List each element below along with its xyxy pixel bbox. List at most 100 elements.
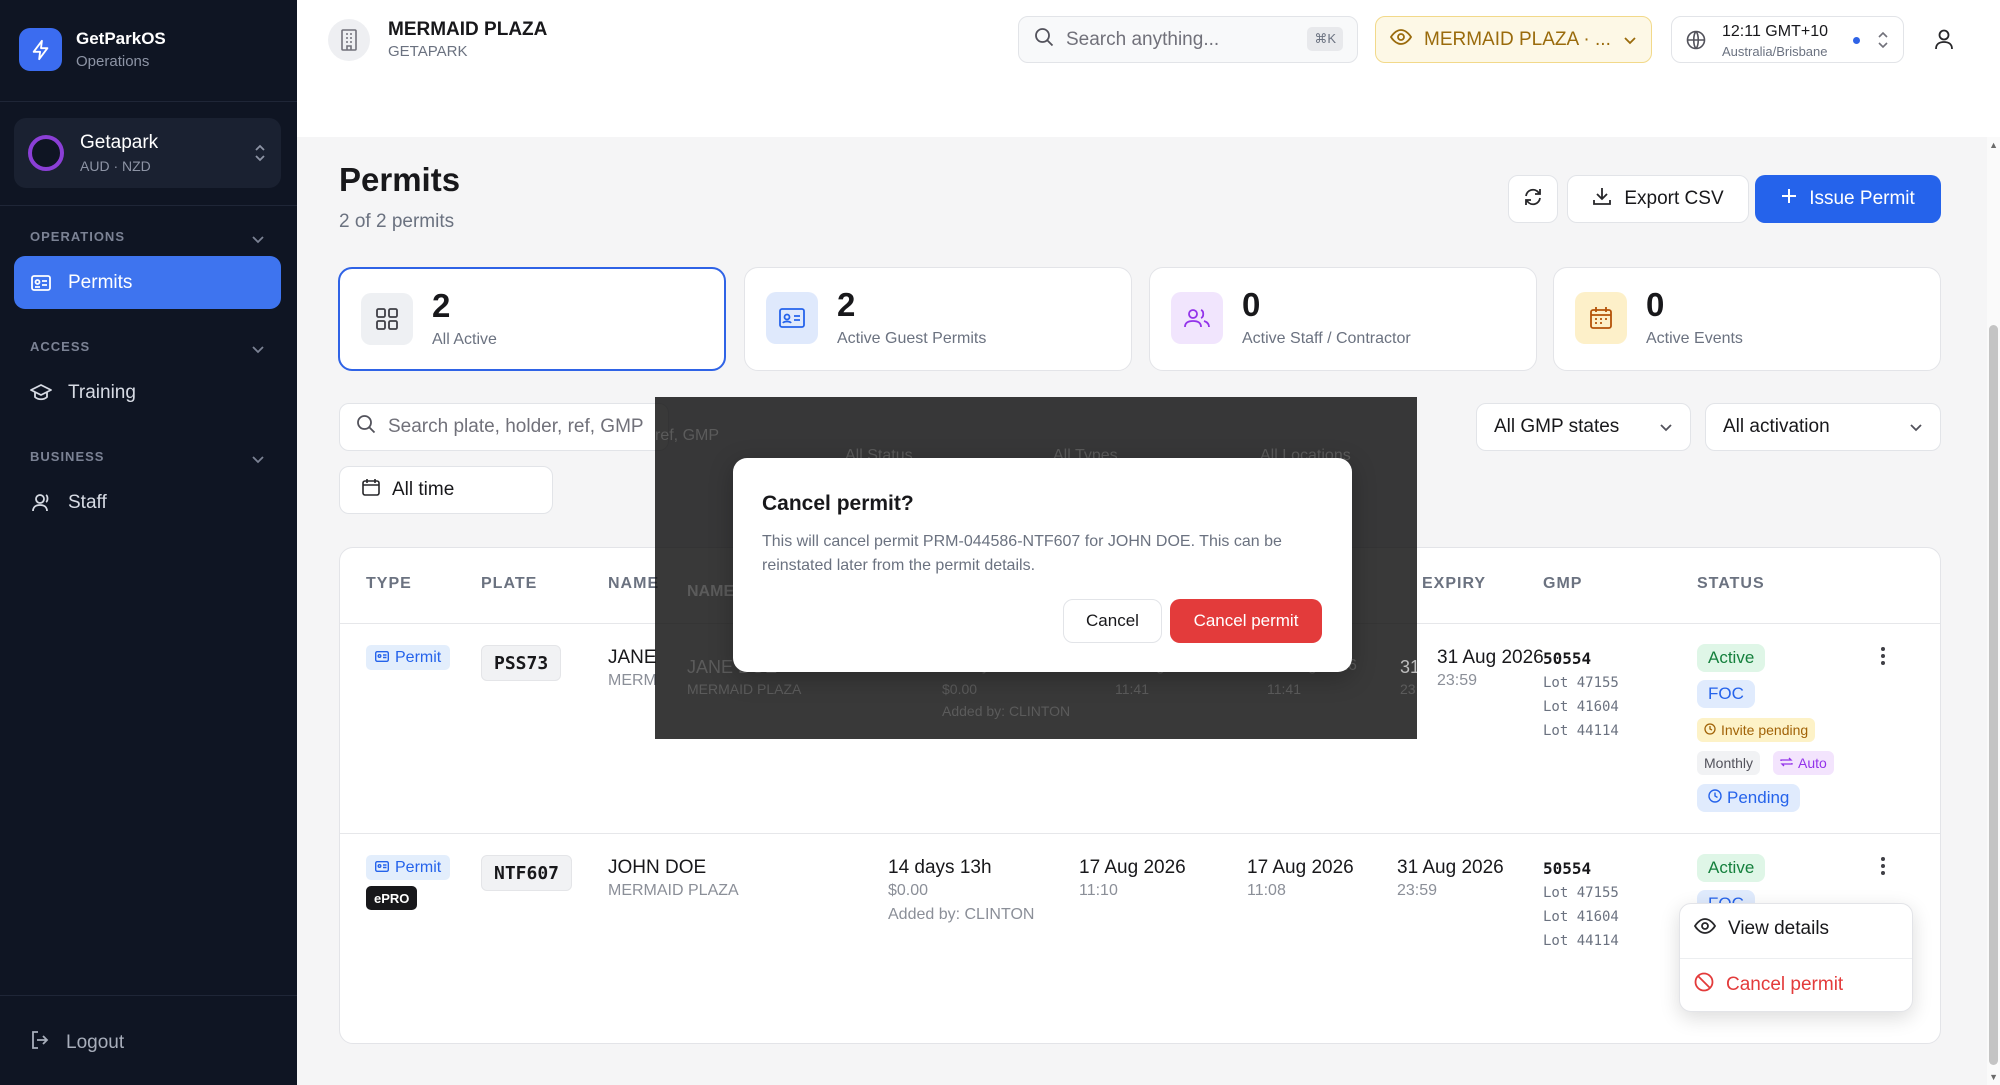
sidebar-item-training[interactable]: Training — [14, 366, 281, 419]
start-time: 11:10 — [1079, 882, 1118, 899]
sidebar-divider — [0, 205, 297, 206]
permit-card-icon — [374, 649, 390, 667]
menu-item-label: Cancel permit — [1726, 974, 1844, 995]
menu-item-view-details[interactable]: View details — [1693, 918, 1830, 940]
stat-card-events[interactable]: 0 Active Events — [1553, 267, 1941, 371]
search-icon — [356, 414, 376, 440]
timezone-selector[interactable]: 12:11 GMT+10 Australia/Brisbane — [1671, 16, 1904, 63]
row-actions-icon[interactable] — [1880, 646, 1886, 672]
stat-card-staff-contractor[interactable]: 0 Active Staff / Contractor — [1149, 267, 1537, 371]
stat-card-all-active[interactable]: 2 All Active — [338, 267, 726, 371]
dialog-cancel-button[interactable]: Cancel — [1063, 599, 1162, 643]
building-icon — [328, 19, 370, 61]
refresh-button[interactable] — [1508, 175, 1558, 223]
sidebar-item-label: Training — [68, 381, 136, 403]
expiry-date: 31 Aug 2026 — [1397, 857, 1504, 878]
auto-renew-label: Auto — [1798, 755, 1827, 771]
scroll-down-icon[interactable]: ▼ — [1989, 1072, 1998, 1082]
timezone-time: 12:11 GMT+10 — [1722, 23, 1828, 40]
logout-button[interactable]: Logout — [30, 1030, 124, 1056]
chevron-down-icon[interactable] — [251, 451, 265, 469]
logout-label: Logout — [66, 1032, 125, 1053]
chevron-down-icon[interactable] — [251, 231, 265, 249]
menu-divider — [1680, 958, 1912, 959]
ghost-time-2: 11:41 — [1267, 681, 1301, 697]
issue-permit-label: Issue Permit — [1809, 188, 1915, 209]
brand: GetParkOS Operations — [19, 28, 166, 71]
dialog-title: Cancel permit? — [762, 492, 914, 515]
top-bar: MERMAID PLAZA GETAPARK Search anything..… — [297, 0, 2000, 137]
issue-permit-button[interactable]: Issue Permit — [1755, 175, 1941, 223]
column-header-gmp[interactable]: GMP — [1543, 575, 1582, 593]
pending-label: Pending — [1727, 788, 1790, 807]
ghost-time-1: 11:41 — [1115, 681, 1149, 697]
holder-location: MERMAID PLAZA — [608, 882, 739, 899]
scroll-up-icon[interactable]: ▲ — [1989, 140, 1998, 150]
site-subtitle: GETAPARK — [388, 43, 468, 60]
download-icon — [1592, 186, 1612, 212]
gmp-state-select[interactable]: All GMP states — [1476, 403, 1691, 451]
row-actions-icon[interactable] — [1880, 856, 1886, 882]
stat-value: 2 — [837, 286, 856, 323]
search-shortcut-badge: ⌘K — [1307, 27, 1343, 51]
sidebar-divider — [0, 995, 297, 996]
column-header-type[interactable]: TYPE — [366, 575, 412, 593]
timezone-zone: Australia/Brisbane — [1722, 44, 1828, 59]
expiry-date: 31 Aug 2026 — [1437, 647, 1544, 668]
date-range-select[interactable]: All time — [339, 466, 553, 514]
user-account-icon[interactable] — [1934, 28, 1954, 55]
scrollbar-thumb[interactable] — [1989, 325, 1998, 1065]
date-range-value: All time — [392, 479, 455, 500]
epro-badge: ePRO — [366, 886, 418, 910]
permit-search-input[interactable]: Search plate, holder, ref, GMP — [339, 403, 669, 451]
ghost-holder-location: MERMAID PLAZA — [687, 681, 802, 697]
plate-badge: PSS73 — [481, 645, 562, 681]
stat-value: 0 — [1646, 286, 1665, 323]
permit-card-icon — [30, 272, 52, 294]
ghost-name-header: NAME — [687, 583, 735, 600]
location-selector[interactable]: MERMAID PLAZA · ... — [1375, 16, 1652, 63]
holder-name: JOHN DOE — [608, 857, 707, 878]
sidebar-item-permits[interactable]: Permits — [14, 256, 281, 309]
column-header-plate[interactable]: PLATE — [481, 575, 537, 593]
global-search-input[interactable]: Search anything... ⌘K — [1018, 16, 1358, 63]
gmp-code: 50554 — [1543, 649, 1592, 668]
chevron-down-icon[interactable] — [251, 341, 265, 359]
type-badge: Permit — [366, 645, 451, 670]
start-date: 17 Aug 2026 — [1079, 857, 1186, 878]
menu-item-cancel-permit[interactable]: Cancel permit — [1694, 972, 1843, 998]
gmp-lot: Lot 44114 — [1543, 723, 1619, 739]
org-avatar — [28, 135, 64, 171]
graduation-cap-icon — [30, 382, 52, 404]
org-switcher[interactable]: Getapark AUD · NZD — [14, 118, 281, 188]
column-header-name[interactable]: NAME — [608, 575, 659, 593]
gmp-lot: Lot 47155 — [1543, 675, 1619, 691]
sidebar-item-label: Staff — [68, 491, 107, 513]
expiry-time: 23:59 — [1437, 672, 1478, 689]
created-date: 17 Aug 2026 — [1247, 857, 1354, 878]
activation-value: All activation — [1723, 416, 1830, 437]
added-by: Added by: CLINTON — [888, 906, 1035, 923]
activation-select[interactable]: All activation — [1705, 403, 1941, 451]
column-header-status[interactable]: STATUS — [1697, 575, 1765, 593]
users-icon — [1171, 292, 1223, 344]
section-label-access: ACCESS — [30, 339, 91, 354]
menu-item-label: View details — [1728, 918, 1830, 939]
ghost-search-text: ref, GMP — [655, 427, 720, 444]
stat-card-guest-permits[interactable]: 2 Active Guest Permits — [744, 267, 1132, 371]
org-name: Getapark — [80, 132, 159, 153]
dialog-confirm-cancel-permit-button[interactable]: Cancel permit — [1170, 599, 1322, 643]
logout-icon — [30, 1030, 50, 1056]
row-actions-menu: View details Cancel permit — [1679, 903, 1913, 1012]
grid-icon — [361, 293, 413, 345]
sidebar: GetParkOS Operations Getapark AUD · NZD … — [0, 0, 297, 1085]
gmp-lot: Lot 41604 — [1543, 699, 1619, 715]
export-csv-button[interactable]: Export CSV — [1567, 175, 1749, 223]
pending-badge: Pending — [1697, 784, 1801, 812]
column-header-expiry[interactable]: EXPIRY — [1422, 575, 1486, 593]
chevron-down-icon — [1658, 419, 1674, 441]
repeat-icon — [1780, 755, 1793, 771]
status-badge: Active — [1697, 644, 1766, 672]
billing-badge: Monthly — [1697, 751, 1761, 775]
sidebar-item-staff[interactable]: Staff — [14, 476, 281, 529]
